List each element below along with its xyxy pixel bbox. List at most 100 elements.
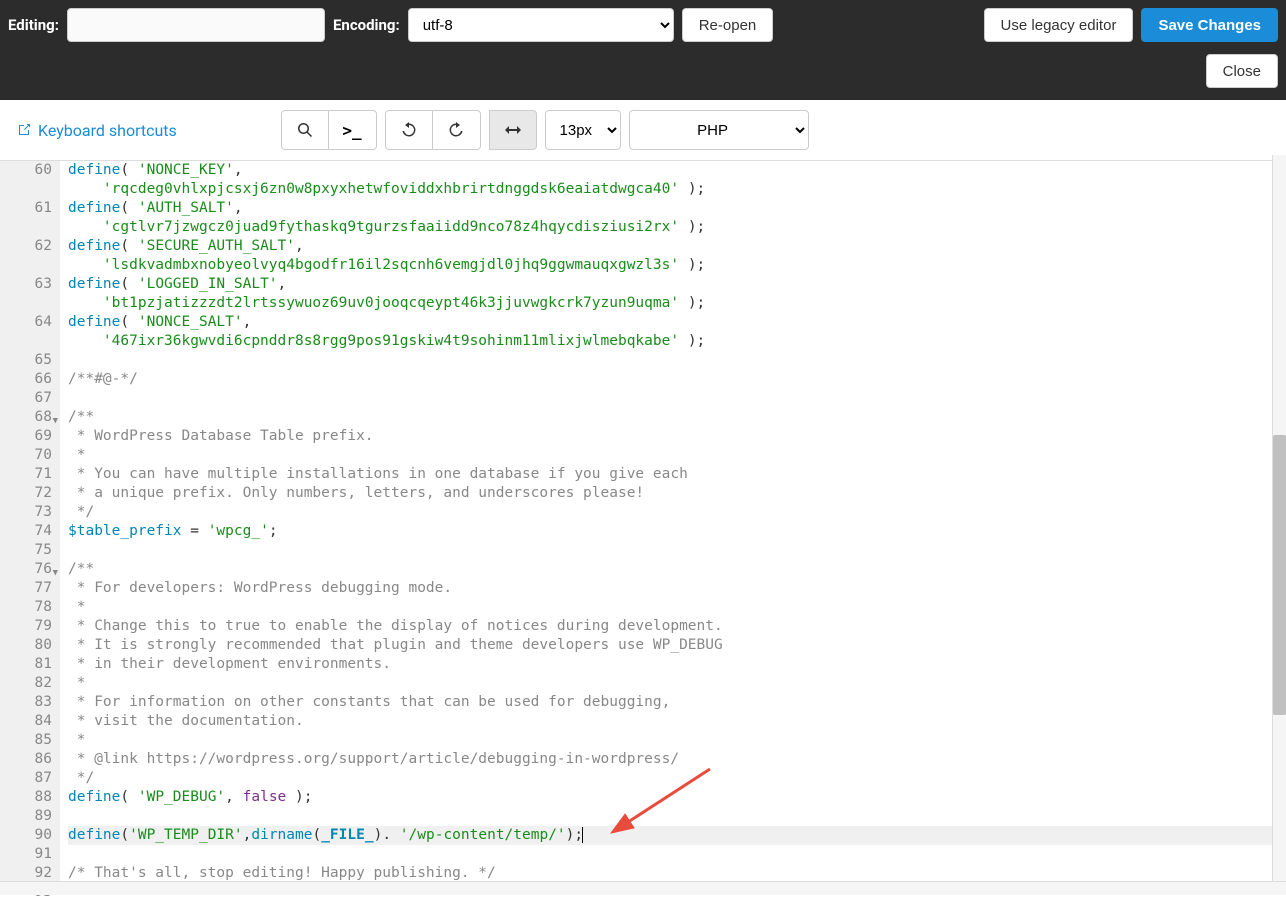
code-line[interactable]: 'rqcdeg0vhlxpjcsxj6zn0w8pxyxhetwfoviddxh… xyxy=(68,180,1286,199)
line-number: 71 xyxy=(16,465,52,484)
line-number: 77 xyxy=(16,579,52,598)
code-line[interactable]: * For information on other constants tha… xyxy=(68,693,1286,712)
external-link-icon xyxy=(16,122,32,138)
code-line[interactable]: */ xyxy=(68,503,1286,522)
code-line[interactable]: 'lsdkvadmbxnobyeolvyq4bgodfr16il2sqcnh6v… xyxy=(68,256,1286,275)
horizontal-scrollbar[interactable] xyxy=(0,881,1286,895)
line-number: 87 xyxy=(16,769,52,788)
line-number: 72 xyxy=(16,484,52,503)
code-line[interactable] xyxy=(68,845,1286,864)
line-number: 75 xyxy=(16,541,52,560)
redo-button[interactable] xyxy=(433,110,481,150)
code-line[interactable]: * xyxy=(68,674,1286,693)
code-line[interactable] xyxy=(68,389,1286,408)
search-console-group: >_ xyxy=(281,110,377,150)
reopen-button[interactable]: Re-open xyxy=(682,8,774,42)
font-size-select[interactable]: 13px xyxy=(545,110,621,150)
line-number: 74 xyxy=(16,522,52,541)
prompt-icon: >_ xyxy=(342,121,361,140)
code-line[interactable]: define( 'AUTH_SALT', xyxy=(68,199,1286,218)
line-number: 84 xyxy=(16,712,52,731)
code-line[interactable]: $table_prefix = 'wpcg_'; xyxy=(68,522,1286,541)
vertical-scrollbar[interactable] xyxy=(1272,155,1286,885)
line-number: 69 xyxy=(16,427,52,446)
code-line[interactable]: 'bt1pzjatizzzdt2lrtssywuoz69uv0jooqcqeyp… xyxy=(68,294,1286,313)
line-number: 85 xyxy=(16,731,52,750)
line-number: 91 xyxy=(16,845,52,864)
code-line[interactable]: define( 'NONCE_SALT', xyxy=(68,313,1286,332)
code-line[interactable]: define('WP_TEMP_DIR',dirname(_FILE_). '/… xyxy=(68,826,1286,845)
search-icon xyxy=(297,122,313,138)
undo-button[interactable] xyxy=(385,110,433,150)
top-bar: Editing: Encoding: utf-8 Re-open Use leg… xyxy=(0,0,1286,100)
code-line[interactable]: define( 'WP_DEBUG', false ); xyxy=(68,788,1286,807)
code-line[interactable]: * Change this to true to enable the disp… xyxy=(68,617,1286,636)
code-line[interactable]: 'cgtlvr7jzwgcz0juad9fythaskq9tgurzsfaaii… xyxy=(68,218,1286,237)
line-number: 78 xyxy=(16,598,52,617)
code-line[interactable]: * visit the documentation. xyxy=(68,712,1286,731)
close-button[interactable]: Close xyxy=(1206,54,1278,88)
line-number: 83 xyxy=(16,693,52,712)
code-line[interactable]: define( 'SECURE_AUTH_SALT', xyxy=(68,237,1286,256)
code-line[interactable]: * For developers: WordPress debugging mo… xyxy=(68,579,1286,598)
line-number xyxy=(16,218,52,237)
line-number: 67 xyxy=(16,389,52,408)
code-line[interactable]: * xyxy=(68,598,1286,617)
code-line[interactable]: * xyxy=(68,731,1286,750)
line-number: 86 xyxy=(16,750,52,769)
encoding-select[interactable]: utf-8 xyxy=(408,8,674,42)
line-number: 65 xyxy=(16,351,52,370)
console-button[interactable]: >_ xyxy=(329,110,377,150)
code-line[interactable]: * WordPress Database Table prefix. xyxy=(68,427,1286,446)
line-number: 70 xyxy=(16,446,52,465)
undo-icon xyxy=(401,122,417,138)
line-number: 64 xyxy=(16,313,52,332)
code-line[interactable]: * You can have multiple installations in… xyxy=(68,465,1286,484)
filename-input[interactable] xyxy=(67,8,325,42)
save-changes-button[interactable]: Save Changes xyxy=(1141,8,1278,42)
code-editor[interactable]: 606162636465666768▼6970717273747576▼7778… xyxy=(0,161,1286,891)
code-line[interactable]: define( 'NONCE_KEY', xyxy=(68,161,1286,180)
wrap-group xyxy=(489,110,537,150)
fold-icon[interactable]: ▼ xyxy=(53,564,58,583)
code-line[interactable] xyxy=(68,351,1286,370)
fold-icon[interactable]: ▼ xyxy=(53,412,58,431)
language-select[interactable]: PHP xyxy=(629,110,809,150)
code-line[interactable]: * in their development environments. xyxy=(68,655,1286,674)
encoding-label: Encoding: xyxy=(333,16,400,34)
code-line[interactable] xyxy=(68,541,1286,560)
legacy-editor-button[interactable]: Use legacy editor xyxy=(984,8,1134,42)
arrows-h-icon xyxy=(505,122,521,138)
line-number: 63 xyxy=(16,275,52,294)
line-number xyxy=(16,294,52,313)
code-line[interactable]: /** xyxy=(68,560,1286,579)
line-number: 88 xyxy=(16,788,52,807)
code-line[interactable]: */ xyxy=(68,769,1286,788)
search-button[interactable] xyxy=(281,110,329,150)
code-line[interactable]: * It is strongly recommended that plugin… xyxy=(68,636,1286,655)
code-line[interactable]: * @link https://wordpress.org/support/ar… xyxy=(68,750,1286,769)
editor-toolbar: Keyboard shortcuts >_ 13px xyxy=(0,100,1286,161)
code-line[interactable]: /** xyxy=(68,408,1286,427)
code-line[interactable]: '467ixr36kgwvdi6cpnddr8s8rgg9pos91gskiw4… xyxy=(68,332,1286,351)
line-gutter: 606162636465666768▼6970717273747576▼7778… xyxy=(0,161,60,891)
code-area[interactable]: define( 'NONCE_KEY', 'rqcdeg0vhlxpjcsxj6… xyxy=(60,161,1286,891)
editing-label: Editing: xyxy=(8,16,59,34)
code-line[interactable]: * a unique prefix. Only numbers, letters… xyxy=(68,484,1286,503)
line-number: 76▼ xyxy=(16,560,52,579)
line-number: 79 xyxy=(16,617,52,636)
code-line[interactable]: /**#@-*/ xyxy=(68,370,1286,389)
code-line[interactable]: * xyxy=(68,446,1286,465)
keyboard-shortcuts-link[interactable]: Keyboard shortcuts xyxy=(16,121,177,140)
line-number: 61 xyxy=(16,199,52,218)
line-number: 68▼ xyxy=(16,408,52,427)
wrap-button[interactable] xyxy=(489,110,537,150)
line-number: 81 xyxy=(16,655,52,674)
scrollbar-thumb[interactable] xyxy=(1273,435,1286,715)
code-line[interactable] xyxy=(68,807,1286,826)
code-line[interactable]: define( 'LOGGED_IN_SALT', xyxy=(68,275,1286,294)
line-number xyxy=(16,256,52,275)
line-number xyxy=(16,332,52,351)
line-number: 89 xyxy=(16,807,52,826)
line-number: 62 xyxy=(16,237,52,256)
